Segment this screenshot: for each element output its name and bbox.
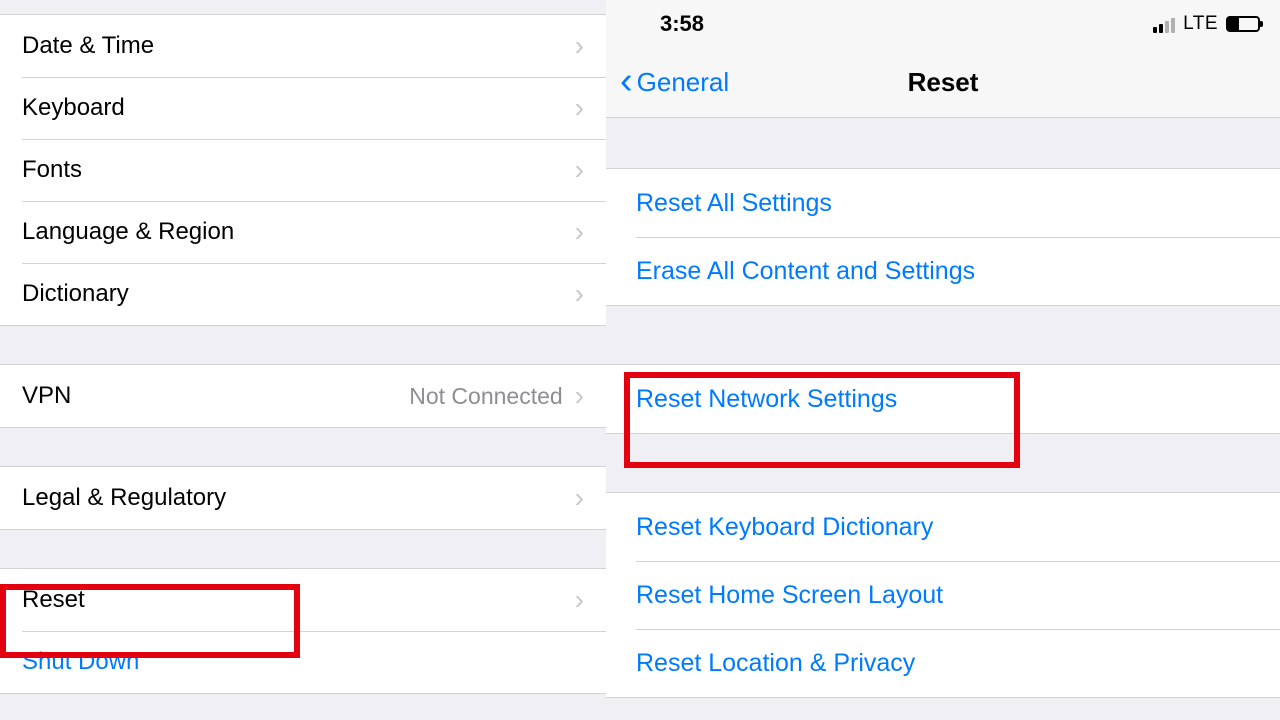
back-button[interactable]: ‹ General xyxy=(606,66,729,100)
row-reset-home-layout[interactable]: Reset Home Screen Layout xyxy=(606,561,1280,629)
row-label: Shut Down xyxy=(22,648,584,676)
chevron-right-icon: › xyxy=(575,32,584,60)
chevron-left-icon: ‹ xyxy=(620,62,633,100)
row-label: Legal & Regulatory xyxy=(22,484,575,512)
row-reset[interactable]: Reset › xyxy=(0,569,606,631)
vpn-status-value: Not Connected xyxy=(409,383,562,410)
row-shut-down[interactable]: Shut Down xyxy=(0,631,606,693)
row-label: Reset All Settings xyxy=(636,189,1250,218)
row-dictionary[interactable]: Dictionary › xyxy=(0,263,606,325)
row-label: Reset Location & Privacy xyxy=(636,649,1250,678)
network-label: LTE xyxy=(1183,13,1218,35)
row-label: Keyboard xyxy=(22,94,575,122)
chevron-right-icon: › xyxy=(575,156,584,184)
chevron-right-icon: › xyxy=(575,94,584,122)
row-legal[interactable]: Legal & Regulatory › xyxy=(0,467,606,529)
row-label: Date & Time xyxy=(22,32,575,60)
row-label: Reset Keyboard Dictionary xyxy=(636,513,1250,542)
row-fonts[interactable]: Fonts › xyxy=(0,139,606,201)
row-label: Dictionary xyxy=(22,280,575,308)
reset-group-3: Reset Keyboard Dictionary Reset Home Scr… xyxy=(606,492,1280,698)
general-settings-pane: Date & Time › Keyboard › Fonts › Languag… xyxy=(0,0,606,720)
status-bar: 3:58 LTE xyxy=(606,0,1280,48)
chevron-right-icon: › xyxy=(575,586,584,614)
reset-group-2: Reset Network Settings xyxy=(606,364,1280,434)
chevron-right-icon: › xyxy=(575,382,584,410)
settings-group-legal: Legal & Regulatory › xyxy=(0,466,606,530)
row-language-region[interactable]: Language & Region › xyxy=(0,201,606,263)
reset-settings-pane: 3:58 LTE ‹ General Reset Reset All Setti… xyxy=(606,0,1280,720)
chevron-right-icon: › xyxy=(575,218,584,246)
row-label: Reset Home Screen Layout xyxy=(636,581,1250,610)
settings-group-reset: Reset › Shut Down xyxy=(0,568,606,694)
row-vpn[interactable]: VPN Not Connected › xyxy=(0,365,606,427)
settings-group-vpn: VPN Not Connected › xyxy=(0,364,606,428)
row-reset-all-settings[interactable]: Reset All Settings xyxy=(606,169,1280,237)
reset-group-1: Reset All Settings Erase All Content and… xyxy=(606,168,1280,306)
chevron-right-icon: › xyxy=(575,280,584,308)
row-label: Erase All Content and Settings xyxy=(636,257,1250,286)
row-reset-network[interactable]: Reset Network Settings xyxy=(606,365,1280,433)
row-date-time[interactable]: Date & Time › xyxy=(0,15,606,77)
status-time: 3:58 xyxy=(660,11,704,37)
row-keyboard[interactable]: Keyboard › xyxy=(0,77,606,139)
row-reset-location-privacy[interactable]: Reset Location & Privacy xyxy=(606,629,1280,697)
battery-icon xyxy=(1226,16,1260,32)
row-erase-all[interactable]: Erase All Content and Settings xyxy=(606,237,1280,305)
row-label: Reset Network Settings xyxy=(636,385,1250,414)
settings-group-general: Date & Time › Keyboard › Fonts › Languag… xyxy=(0,14,606,326)
chevron-right-icon: › xyxy=(575,484,584,512)
signal-icon xyxy=(1153,15,1175,33)
nav-bar: ‹ General Reset xyxy=(606,48,1280,118)
row-label: Reset xyxy=(22,586,575,614)
row-reset-keyboard-dict[interactable]: Reset Keyboard Dictionary xyxy=(606,493,1280,561)
row-label: Language & Region xyxy=(22,218,575,246)
row-label: Fonts xyxy=(22,156,575,184)
row-label: VPN xyxy=(22,382,409,410)
back-label: General xyxy=(637,67,730,98)
